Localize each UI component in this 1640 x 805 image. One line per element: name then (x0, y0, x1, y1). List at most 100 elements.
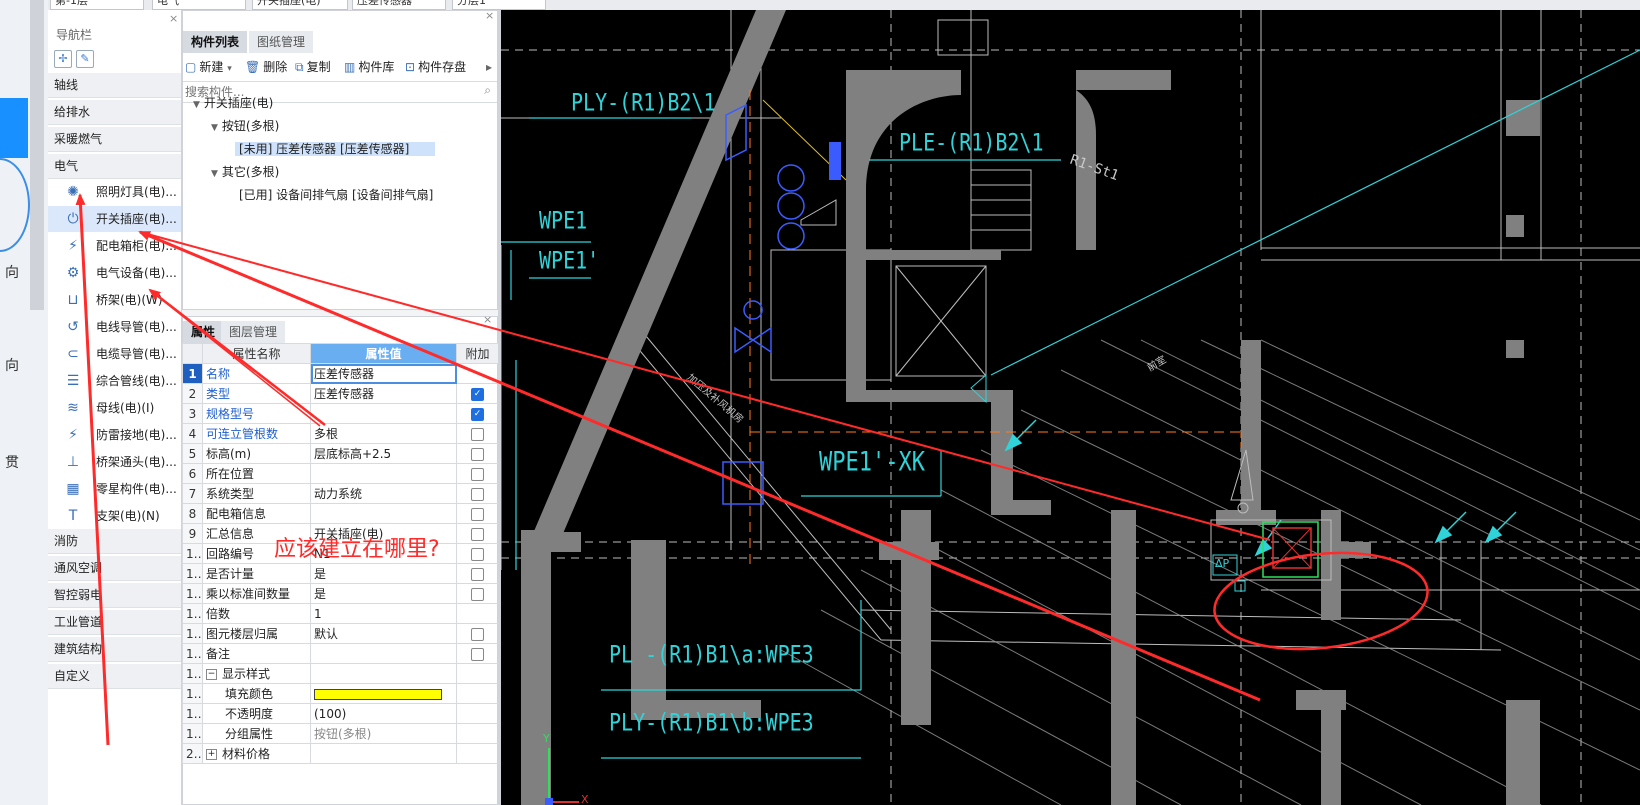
extra-checkbox[interactable] (471, 567, 484, 581)
dropdown-icon[interactable]: ▾ (227, 64, 232, 74)
expand-icon[interactable]: ▼ (211, 169, 218, 179)
tree-item-exhaust-fan[interactable]: [已用] 设备间排气扇 [设备间排气扇] (239, 185, 433, 205)
nav-item-tray-fitting[interactable]: ⊥ 桥架通头(电)... (48, 449, 181, 475)
nav-category-axis[interactable]: 轴线 (48, 73, 181, 98)
extra-checkbox[interactable] (471, 467, 484, 481)
tree-item-pressure-sensor[interactable]: [未用] 压差传感器 [压差传感器] (235, 139, 436, 159)
nav-item-misc-component[interactable]: ▦ 零星构件(电)... (48, 476, 181, 502)
extra-checkbox[interactable] (471, 427, 484, 441)
tab-layer-management[interactable]: 图层管理 (221, 321, 286, 343)
nav-category-structure[interactable]: 建筑结构 (48, 637, 181, 662)
toolbar-more-icon[interactable]: ▸ (486, 55, 492, 79)
component-panel-close-icon[interactable]: × (485, 9, 494, 22)
extra-checkbox[interactable] (471, 527, 484, 541)
component-save-button[interactable]: ⊡ 构件存盘 (405, 55, 466, 79)
property-value[interactable] (310, 463, 457, 484)
copy-button[interactable]: ⧉ 复制 (295, 55, 331, 79)
background-scrollbar[interactable] (30, 0, 44, 310)
property-row[interactable]: 14 图元楼层归属 默认 (182, 623, 499, 644)
nav-item-busbar[interactable]: ≋ 母线(电)(I) (48, 395, 181, 421)
expand-icon[interactable]: ▼ (211, 123, 218, 133)
tree-node-root[interactable]: ▼ 开关插座(电) (193, 93, 273, 113)
extra-checkbox[interactable]: ✓ (471, 407, 484, 421)
property-row[interactable]: 17 填充颜色 (182, 683, 499, 704)
nav-item-electrical-equipment[interactable]: ⚙ 电气设备(电)... (48, 260, 181, 286)
tab-drawing-management[interactable]: 图纸管理 (249, 31, 314, 53)
property-value[interactable]: 动力系统 (310, 483, 457, 504)
tab-properties[interactable]: 属性 (183, 321, 224, 343)
property-row[interactable]: 8 配电箱信息 (182, 503, 499, 524)
property-panel-close-icon[interactable]: × (483, 313, 492, 326)
extra-checkbox[interactable]: ✓ (471, 387, 484, 401)
property-value[interactable]: 默认 (310, 623, 457, 644)
expand-icon[interactable]: ▼ (193, 100, 200, 110)
nav-add-icon[interactable]: ✢ (54, 50, 72, 68)
extra-checkbox[interactable] (471, 507, 484, 521)
property-value[interactable]: 是 (310, 563, 457, 584)
property-row[interactable]: 6 所在位置 (182, 463, 499, 484)
nav-item-distribution-box[interactable]: ⚡ 配电箱柜(电)... (48, 233, 181, 259)
property-row[interactable]: 20 + 材料价格 (182, 743, 499, 764)
nav-category-electrical[interactable]: 电气 (48, 154, 181, 179)
search-icon[interactable]: ⌕ (484, 83, 491, 98)
nav-category-plumbing[interactable]: 给排水 (48, 100, 181, 125)
nav-item-lighting[interactable]: ✺ 照明灯具(电)... (48, 179, 181, 205)
nav-item-cable-tray[interactable]: ⊔ 桥架(电)(W) (48, 287, 181, 313)
nav-category-fire[interactable]: 消防 (48, 529, 181, 554)
property-value[interactable]: 压差传感器 (310, 383, 457, 404)
nav-category-heating[interactable]: 采暖燃气 (48, 127, 181, 152)
property-row[interactable]: 2 类型 压差传感器 ✓ (182, 383, 499, 404)
discipline-selector[interactable]: 电气 (152, 0, 246, 10)
component-selector[interactable]: 压差传感器 (352, 0, 446, 10)
nav-category-low-voltage[interactable]: 智控弱电 (48, 583, 181, 608)
extra-checkbox[interactable] (471, 487, 484, 501)
new-button[interactable]: ▢ 新建 ▾ (185, 55, 232, 79)
delete-button[interactable]: 🗑 删除 (245, 55, 287, 79)
property-row[interactable]: 19 分组属性 按钮(多根) (182, 723, 499, 744)
extra-checkbox[interactable] (471, 587, 484, 601)
fill-color-swatch[interactable] (314, 688, 442, 700)
nav-category-custom[interactable]: 自定义 (48, 664, 181, 689)
extra-checkbox[interactable] (471, 547, 484, 561)
property-row[interactable]: 5 标高(m) 层底标高+2.5 (182, 443, 499, 464)
tree-node-group1[interactable]: ▼ 按钮(多根) (211, 116, 279, 136)
property-row[interactable]: 3 规格型号 ✓ (182, 403, 499, 424)
nav-item-switch-socket[interactable]: ⏻ 开关插座(电)... (48, 206, 181, 232)
property-row[interactable]: 13 倍数 1 (182, 603, 499, 624)
property-value[interactable] (310, 403, 457, 424)
property-row[interactable]: 11 是否计量 是 (182, 563, 499, 584)
extra-checkbox[interactable] (471, 647, 484, 661)
floor-selector[interactable]: 第-1层 (50, 0, 144, 10)
property-value[interactable] (310, 743, 457, 764)
property-value[interactable]: 多根 (310, 423, 457, 444)
tab-component-list[interactable]: 构件列表 (183, 31, 248, 53)
property-row[interactable]: 7 系统类型 动力系统 (182, 483, 499, 504)
extra-checkbox[interactable] (471, 447, 484, 461)
nav-category-hvac[interactable]: 通风空调 (48, 556, 181, 581)
layer-selector[interactable]: 分层1 (452, 0, 546, 10)
property-value[interactable] (310, 683, 457, 704)
nav-item-cable-conduit[interactable]: ⊂ 电缆导管(电)... (48, 341, 181, 367)
property-row[interactable]: 15 备注 (182, 643, 499, 664)
property-value[interactable]: (100) (310, 703, 457, 724)
property-value[interactable]: 是 (310, 583, 457, 604)
cad-canvas[interactable]: PLY-(R1)B2\1 PLE-(R1)B2\1 R1-St1 WPE1 WP… (501, 10, 1640, 805)
nav-close-icon[interactable]: × (169, 12, 178, 25)
component-library-button[interactable]: ▥ 构件库 (344, 55, 394, 79)
nav-item-lightning-grounding[interactable]: ⚡ 防雷接地(电)... (48, 422, 181, 448)
expand-icon[interactable]: + (206, 749, 217, 760)
property-value[interactable]: 压差传感器 (310, 363, 457, 384)
property-value[interactable]: 层底标高+2.5 (310, 443, 457, 464)
nav-category-industrial-pipe[interactable]: 工业管道 (48, 610, 181, 635)
property-value[interactable]: 1 (310, 603, 457, 624)
property-row[interactable]: 18 不透明度 (100) (182, 703, 499, 724)
property-row[interactable]: 1 名称 压差传感器 (182, 363, 499, 384)
property-value[interactable]: 按钮(多根) (310, 723, 457, 744)
extra-checkbox[interactable] (471, 627, 484, 641)
nav-item-wire-conduit[interactable]: ↺ 电线导管(电)... (48, 314, 181, 340)
type-selector[interactable]: 开关插座(电) (252, 0, 348, 10)
property-row[interactable]: 16− 显示样式 (182, 663, 499, 684)
property-row[interactable]: 4 可连立管根数 多根 (182, 423, 499, 444)
property-value[interactable] (310, 643, 457, 664)
property-value[interactable] (310, 503, 457, 524)
